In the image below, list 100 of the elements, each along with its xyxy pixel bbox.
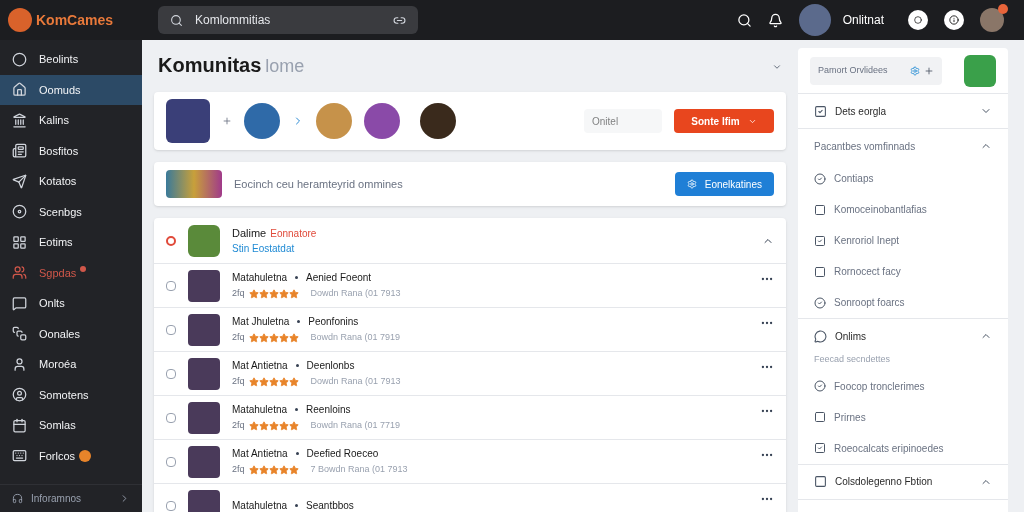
menu-icon <box>12 51 27 67</box>
search-icon <box>170 13 183 27</box>
chevron-down-icon[interactable] <box>772 62 782 72</box>
item-icon <box>814 442 826 454</box>
row-title: Mat Antietna <box>232 359 288 374</box>
sidebar-item[interactable]: Eotims <box>0 227 142 258</box>
row-meta: 7 Bowdn Rana (01 7913 <box>310 463 408 477</box>
menu-icon <box>12 143 27 159</box>
row-tag: Deefied Roeceo <box>306 446 379 462</box>
menu-icon <box>12 265 27 281</box>
sidebar-item[interactable]: Onlts <box>0 288 142 319</box>
avatar <box>964 54 996 87</box>
photo-placeholder <box>188 489 220 512</box>
info-icon <box>949 15 959 25</box>
photo-placeholder <box>166 99 210 143</box>
item-icon <box>814 234 826 247</box>
search-field[interactable]: Komlommitias <box>158 6 418 34</box>
panel-item[interactable]: Rornocect facy <box>798 256 1008 287</box>
sidebar-item[interactable]: Oonales <box>0 318 142 349</box>
checkbox[interactable] <box>166 500 176 511</box>
panel-item[interactable]: Komoceinobantlafias <box>798 194 1008 225</box>
gear-icon <box>910 65 920 76</box>
row-tag: Deenlonbs <box>306 358 355 374</box>
game-logo-drawing <box>166 170 222 198</box>
search-icon[interactable] <box>736 12 752 28</box>
row-meta: Bowdn Rana (01 7719 <box>310 419 401 433</box>
photo-placeholder <box>188 269 220 302</box>
menu-icon <box>12 356 27 372</box>
row-count: 2fq <box>232 331 245 345</box>
photo-placeholder <box>188 357 220 390</box>
radio-icon[interactable] <box>166 235 176 246</box>
sidebar-item[interactable]: Sgpdas <box>0 257 142 288</box>
avatar <box>364 103 400 139</box>
page-title: Komunitas <box>158 53 262 78</box>
gear-icon <box>686 179 697 189</box>
section-header[interactable]: Colsdolegenno Fbtion <box>798 464 1008 499</box>
photo-placeholder <box>188 313 220 346</box>
primary-button[interactable]: Eonelkatines <box>674 172 774 196</box>
user-name[interactable]: Onlitnat <box>842 12 884 28</box>
panel-item[interactable]: Contiaps <box>798 163 1008 194</box>
sidebar-item[interactable]: Somlas <box>0 410 142 441</box>
panel-item[interactable]: Prirnes <box>798 401 1008 433</box>
item-icon <box>814 203 826 216</box>
row-title: Mat Jhuletna <box>232 315 290 330</box>
menu-icon <box>12 82 27 98</box>
sidebar-item[interactable]: Oomuds <box>0 74 142 105</box>
item-icon <box>814 411 826 423</box>
sidebar-item[interactable]: Beolints <box>0 44 142 75</box>
sidebar-item[interactable]: Moroéa <box>0 349 142 380</box>
sidebar-item[interactable]: Kotatos <box>0 166 142 197</box>
panel-item[interactable]: Foocop tronclerimes <box>798 370 1008 402</box>
row-count: 2fq <box>232 463 245 477</box>
ring-icon <box>914 16 922 24</box>
item-icon <box>814 265 826 278</box>
search-field[interactable]: Pamort Orvlidees <box>810 56 942 85</box>
checkbox[interactable] <box>166 324 176 335</box>
menu-icon <box>12 448 27 464</box>
row-tag: Reenloins <box>306 402 351 418</box>
checkbox[interactable] <box>166 280 176 291</box>
section-icon <box>814 475 827 488</box>
photo-placeholder <box>188 445 220 478</box>
help-button[interactable] <box>908 10 928 30</box>
row-count: 2fq <box>232 419 245 433</box>
menu-icon <box>12 112 27 128</box>
menu-icon <box>12 326 27 342</box>
input-field[interactable]: Onitel <box>584 109 662 133</box>
item-icon <box>814 172 826 185</box>
section-header[interactable]: Pacantbes vomfinnads <box>798 129 1008 163</box>
checkbox[interactable] <box>166 456 176 467</box>
photo-placeholder <box>188 224 220 257</box>
section-icon <box>814 329 827 343</box>
sidebar-item[interactable]: Bosfitos <box>0 135 142 166</box>
bell-icon[interactable] <box>767 12 783 28</box>
item-icon <box>814 296 826 309</box>
row-count: 2fq <box>232 287 245 301</box>
join-button[interactable]: Sonte Ifim <box>674 109 774 133</box>
page-subtitle: lome <box>265 55 305 78</box>
sidebar-item[interactable]: Forlcos <box>0 440 142 471</box>
logo-icon <box>8 8 32 32</box>
avatar <box>316 103 352 139</box>
list-tag: Eonnatore <box>270 225 317 241</box>
sidebar-footer[interactable]: Inforamnos <box>0 484 142 512</box>
info-button[interactable] <box>944 10 964 30</box>
menu-icon <box>12 234 27 250</box>
list-subtitle: Stin Eostatdat <box>232 242 296 257</box>
row-title: Matahuletna <box>232 499 288 512</box>
logo-text[interactable]: KomCames <box>36 10 114 30</box>
sidebar-item[interactable]: Somotens <box>0 379 142 410</box>
section-header[interactable]: Onlims <box>798 319 1008 353</box>
row-tag: Peonfonins <box>308 314 359 330</box>
panel-item[interactable]: Sonroopt foarcs <box>798 287 1008 318</box>
panel-item[interactable]: Kenroriol Inept <box>798 225 1008 256</box>
section-header[interactable]: Dets eorgla <box>798 94 1008 128</box>
sidebar-item[interactable]: Scenbgs <box>0 196 142 227</box>
checkbox[interactable] <box>166 412 176 423</box>
sidebar-item[interactable]: Kalins <box>0 105 142 136</box>
panel-item[interactable]: Roeocalcats eripinoedes <box>798 432 1008 464</box>
plus-icon <box>924 65 934 76</box>
checkbox[interactable] <box>166 368 176 379</box>
menu-icon <box>12 295 27 311</box>
